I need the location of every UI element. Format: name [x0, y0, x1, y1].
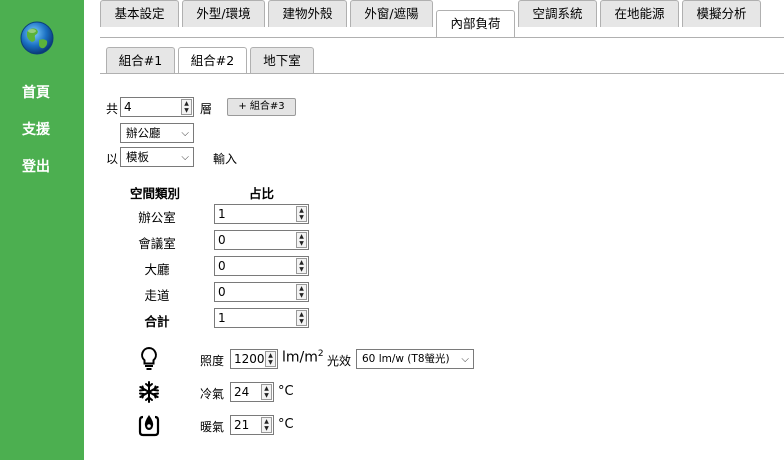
sidebar: 首頁 支援 登出 [0, 0, 84, 460]
stepper-arrows[interactable]: ▲ ▼ [265, 351, 276, 367]
snowflake-icon [139, 381, 159, 403]
space-row-label: 辦公室 [138, 210, 176, 225]
heating-unit: °C [278, 417, 294, 432]
efficacy-value: 60 lm/w (T8螢光) [362, 353, 450, 365]
tab-internal-load[interactable]: 內部負荷 [436, 10, 515, 38]
space-ratio-stepper[interactable]: 0 ▲ ▼ [214, 256, 309, 276]
input-mode-value: 模板 [126, 150, 149, 164]
tab-basic-settings[interactable]: 基本設定 [100, 0, 179, 27]
building-type-select[interactable]: 辦公廳 ⌵ [120, 123, 194, 143]
stepper-arrows[interactable]: ▲ ▼ [296, 206, 307, 222]
space-row-label: 大廳 [144, 262, 170, 277]
total-stepper[interactable]: 1 ▲ ▼ [214, 308, 309, 328]
input-mode-prefix: 以 [106, 152, 119, 166]
cooling-unit: °C [278, 384, 294, 399]
stepper-arrows[interactable]: ▲ ▼ [261, 384, 272, 400]
stepper-arrows[interactable]: ▲ ▼ [296, 232, 307, 248]
subtab-combo-2[interactable]: 組合#2 [178, 47, 247, 74]
floors-prefix: 共 [106, 102, 119, 116]
nav-home-link[interactable]: 首頁 [22, 82, 50, 102]
floors-suffix: 層 [200, 102, 213, 116]
space-ratio-stepper[interactable]: 1 ▲ ▼ [214, 204, 309, 224]
stepper-arrows[interactable]: ▲ ▼ [296, 284, 307, 300]
lighting-unit: lm/m2 [282, 349, 324, 366]
chevron-down-icon: ⌵ [181, 128, 189, 139]
subtab-combo-1[interactable]: 組合#1 [106, 47, 175, 74]
cooling-stepper[interactable]: 24 ▲ ▼ [230, 382, 274, 402]
efficacy-label: 光效 [327, 354, 352, 368]
tabs-divider [100, 37, 784, 38]
total-label: 合計 [144, 314, 170, 329]
input-mode-select[interactable]: 模板 ⌵ [120, 147, 194, 167]
tab-envelope[interactable]: 建物外殼 [268, 0, 347, 27]
tab-local-energy[interactable]: 在地能源 [600, 0, 679, 27]
stepper-arrows[interactable]: ▲ ▼ [261, 417, 272, 433]
chevron-down-icon: ⌵ [181, 152, 189, 163]
chevron-down-icon: ⌵ [461, 354, 469, 365]
space-ratio-value: 1 [218, 207, 226, 221]
efficacy-select[interactable]: 60 lm/w (T8螢光) ⌵ [356, 349, 474, 369]
heating-label: 暖氣 [200, 420, 225, 434]
stepper-arrows[interactable]: ▲ ▼ [181, 99, 192, 115]
space-row-label: 走道 [144, 288, 170, 303]
space-ratio-stepper[interactable]: 0 ▲ ▼ [214, 230, 309, 250]
tab-simulation[interactable]: 模擬分析 [682, 0, 761, 27]
cooling-label: 冷氣 [200, 387, 225, 401]
nav-logout-link[interactable]: 登出 [22, 156, 50, 176]
floors-value: 4 [124, 100, 132, 114]
floors-stepper[interactable]: 4 ▲ ▼ [120, 97, 194, 117]
lighting-stepper[interactable]: 1200 ▲ ▼ [230, 349, 278, 369]
lighting-unit-sup: 2 [317, 349, 324, 359]
space-ratio-value: 0 [218, 285, 226, 299]
space-ratio-value: 0 [218, 259, 226, 273]
subtab-basement[interactable]: 地下室 [250, 47, 314, 74]
globe-icon[interactable] [19, 20, 55, 56]
total-value: 1 [218, 311, 226, 325]
tab-windows-shading[interactable]: 外窗/遮陽 [350, 0, 433, 27]
cooling-value: 24 [234, 385, 250, 399]
stepper-arrows[interactable]: ▲ ▼ [296, 310, 307, 326]
space-ratio-stepper[interactable]: 0 ▲ ▼ [214, 282, 309, 302]
stepper-arrows[interactable]: ▲ ▼ [296, 258, 307, 274]
subtabs-divider [100, 73, 784, 74]
heating-stepper[interactable]: 21 ▲ ▼ [230, 415, 274, 435]
tab-shape-environment[interactable]: 外型/環境 [182, 0, 265, 27]
space-type-header: 空間類別 [130, 186, 181, 201]
ratio-header: 占比 [249, 186, 275, 201]
nav-support-link[interactable]: 支援 [22, 119, 50, 139]
add-combo-button[interactable]: + 組合#3 [227, 98, 296, 116]
heating-value: 21 [234, 418, 250, 432]
main-panel: 基本設定 外型/環境 建物外殼 外窗/遮陽 內部負荷 空調系統 在地能源 模擬分… [84, 0, 784, 460]
space-ratio-value: 0 [218, 233, 226, 247]
input-mode-suffix: 輸入 [213, 152, 238, 166]
space-row-label: 會議室 [138, 236, 176, 251]
lightbulb-icon [141, 346, 157, 370]
lighting-label: 照度 [200, 354, 225, 368]
heater-icon [138, 415, 160, 437]
building-type-value: 辦公廳 [126, 126, 161, 140]
lighting-value: 1200 [234, 352, 265, 366]
tab-hvac[interactable]: 空調系統 [518, 0, 597, 27]
